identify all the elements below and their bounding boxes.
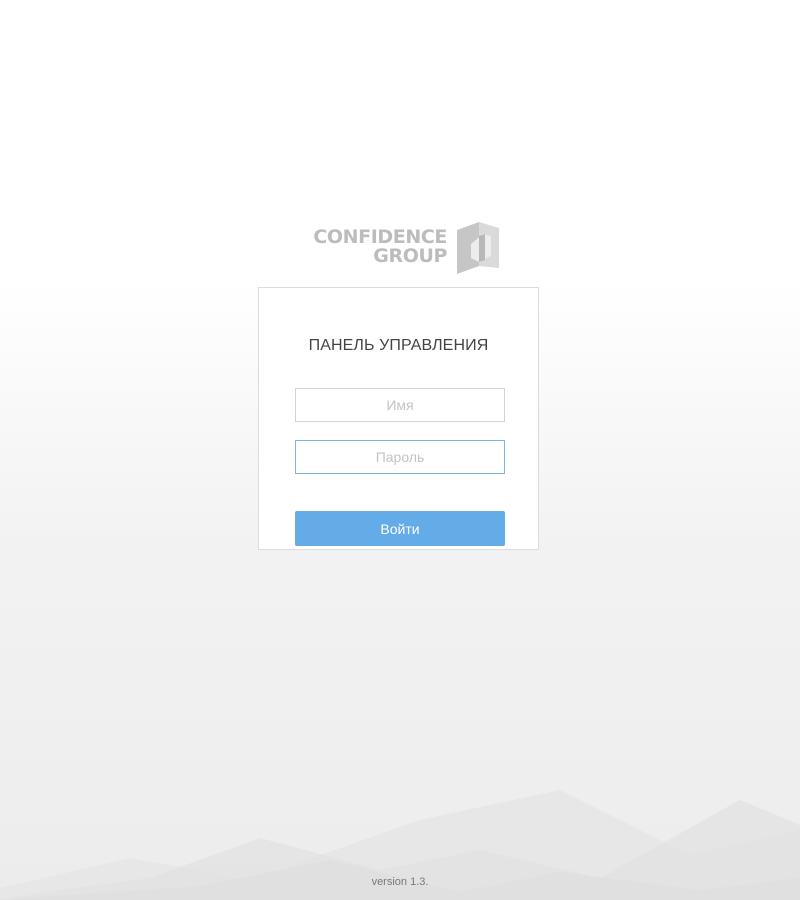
company-logo: CONFIDENCE GROUP: [293, 222, 505, 276]
logo-mark-icon: [457, 222, 499, 274]
page-title: ПАНЕЛЬ УПРАВЛЕНИЯ: [308, 337, 489, 354]
logo-line-2: GROUP: [373, 245, 447, 267]
password-input[interactable]: [295, 440, 505, 474]
username-input[interactable]: [295, 388, 505, 422]
login-form: ПАНЕЛЬ УПРАВЛЕНИЯ Войти: [258, 287, 539, 550]
logo-wordmark: CONFIDENCE GROUP: [293, 228, 447, 266]
login-button[interactable]: Войти: [295, 511, 505, 546]
version-label: version 1.3.: [371, 876, 429, 888]
